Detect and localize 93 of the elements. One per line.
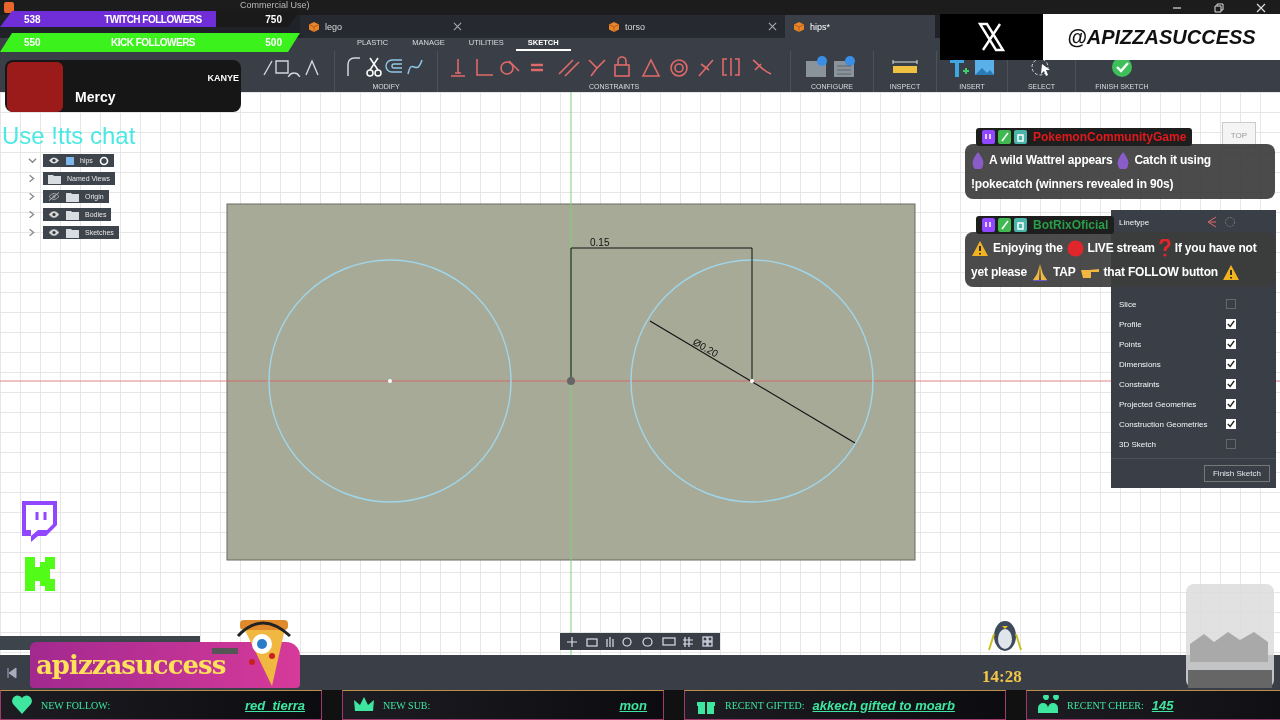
checkbox[interactable]	[1226, 339, 1236, 349]
goal-count: 550	[24, 37, 41, 48]
message-text: TAP	[1053, 264, 1076, 281]
checkbox[interactable]	[1226, 419, 1236, 429]
alert-value: red_tierra	[245, 697, 305, 713]
skip-start-icon[interactable]	[6, 666, 18, 679]
linetype-icons[interactable]	[1206, 216, 1236, 228]
kick-logo-icon	[25, 557, 55, 591]
alert-label: RECENT GIFTED:	[725, 699, 805, 711]
navigation-tools-icon[interactable]	[565, 635, 715, 648]
option-label: Slice	[1119, 299, 1137, 309]
checkbox[interactable]	[1226, 319, 1236, 329]
clock: 14:28	[982, 667, 1022, 687]
dimension-line[interactable]	[570, 247, 753, 382]
close-icon[interactable]	[768, 22, 777, 31]
cube-icon	[793, 20, 805, 33]
restore-icon[interactable]	[1214, 3, 1224, 13]
goal-count: 538	[24, 13, 41, 25]
message-text: Catch it using	[1134, 152, 1211, 169]
chat-username: PokemonCommunityGame	[1033, 130, 1187, 144]
message-text: that FOLLOW button	[1103, 264, 1218, 281]
album-art-placeholder	[7, 62, 63, 112]
folder-icon	[66, 191, 79, 202]
streamer-name: apizzasuccess	[36, 650, 226, 680]
message-text: LIVE stream	[1087, 240, 1155, 257]
goal-target: 750	[265, 13, 282, 25]
option-label: Projected Geometries	[1119, 399, 1197, 409]
folder-icon	[66, 209, 79, 220]
dimension-label[interactable]: 0.15	[590, 237, 610, 248]
alert-value: mon	[619, 697, 647, 713]
checkbox[interactable]	[1226, 299, 1236, 309]
warning-emoji-icon	[971, 239, 989, 257]
message-text: Enjoying the	[993, 240, 1063, 257]
alert-label: NEW FOLLOW:	[41, 699, 111, 711]
folder-icon	[66, 227, 79, 238]
cube-icon	[608, 20, 620, 33]
x-logo-icon	[940, 14, 1043, 60]
modify-tools-icon[interactable]	[346, 56, 426, 78]
tts-hint: Use !tts chat	[2, 122, 136, 150]
eye-icon[interactable]	[48, 228, 60, 237]
alert-label: NEW SUB:	[383, 699, 431, 711]
alert-label: RECENT CHEER:	[1067, 699, 1144, 711]
message-text: If you have not	[1174, 240, 1257, 257]
radio-icon[interactable]	[98, 155, 109, 166]
close-icon[interactable]	[453, 22, 462, 31]
people-icon	[1037, 695, 1059, 715]
option-label: Construction Geometries	[1119, 419, 1208, 429]
chat-badges-icon	[982, 218, 1028, 232]
folder-icon	[48, 173, 61, 184]
document-tab[interactable]: lego	[300, 15, 470, 38]
praying-hands-emoji-icon	[1031, 263, 1050, 281]
message-text: !pokecatch (winners revealed in 90s)	[971, 176, 1174, 193]
alert-value: akkech gifted to moarb	[812, 697, 955, 713]
option-label: Constraints	[1119, 379, 1160, 389]
cube-icon	[308, 20, 320, 33]
song-title: Mercy	[75, 89, 116, 105]
checkbox[interactable]	[1226, 439, 1236, 449]
option-label: Dimensions	[1119, 359, 1161, 369]
goal-label: TWITCH FOLLOWERS	[104, 13, 202, 25]
component-icon	[66, 156, 74, 165]
document-tab[interactable]: torso	[470, 15, 785, 38]
sketch-tools-icon[interactable]	[262, 57, 322, 77]
message-text: A wild Wattrel appears	[989, 152, 1113, 169]
eye-icon[interactable]	[48, 192, 60, 201]
option-label: Points	[1119, 339, 1142, 349]
warning-emoji-icon	[1221, 263, 1240, 281]
center-point[interactable]	[750, 379, 754, 383]
alert-value: 145	[1151, 697, 1174, 713]
option-label: Linetype	[1119, 217, 1150, 227]
app-icon	[4, 2, 14, 13]
chat-badges-icon	[982, 130, 1028, 144]
message-text: yet please	[971, 264, 1028, 281]
checkbox[interactable]	[1226, 379, 1236, 389]
eye-icon[interactable]	[48, 210, 60, 219]
option-label: 3D Sketch	[1119, 439, 1156, 449]
checkbox[interactable]	[1226, 359, 1236, 369]
goal-target: 500	[265, 37, 282, 48]
chat-username: BotRixOficial	[1033, 218, 1109, 232]
checkbox[interactable]	[1226, 399, 1236, 409]
social-handle: @APIZZASUCCESS	[1043, 14, 1280, 60]
goal-label: KICK FOLLOWERS	[110, 37, 196, 48]
option-label: Profile	[1119, 319, 1142, 329]
heart-icon	[11, 695, 33, 715]
eye-icon[interactable]	[48, 156, 60, 165]
finish-sketch-button[interactable]: Finish Sketch	[1203, 465, 1270, 482]
question-emoji-icon	[1158, 239, 1171, 257]
artist-name: KANYE	[207, 73, 239, 83]
droplet-emoji-icon	[971, 151, 985, 169]
droplet-emoji-icon	[1116, 151, 1131, 169]
document-tab[interactable]: hips*	[785, 15, 935, 38]
window-title: Commercial Use)	[240, 0, 310, 10]
record-dot-emoji-icon	[1066, 239, 1084, 257]
ruler-icon[interactable]	[892, 60, 918, 74]
